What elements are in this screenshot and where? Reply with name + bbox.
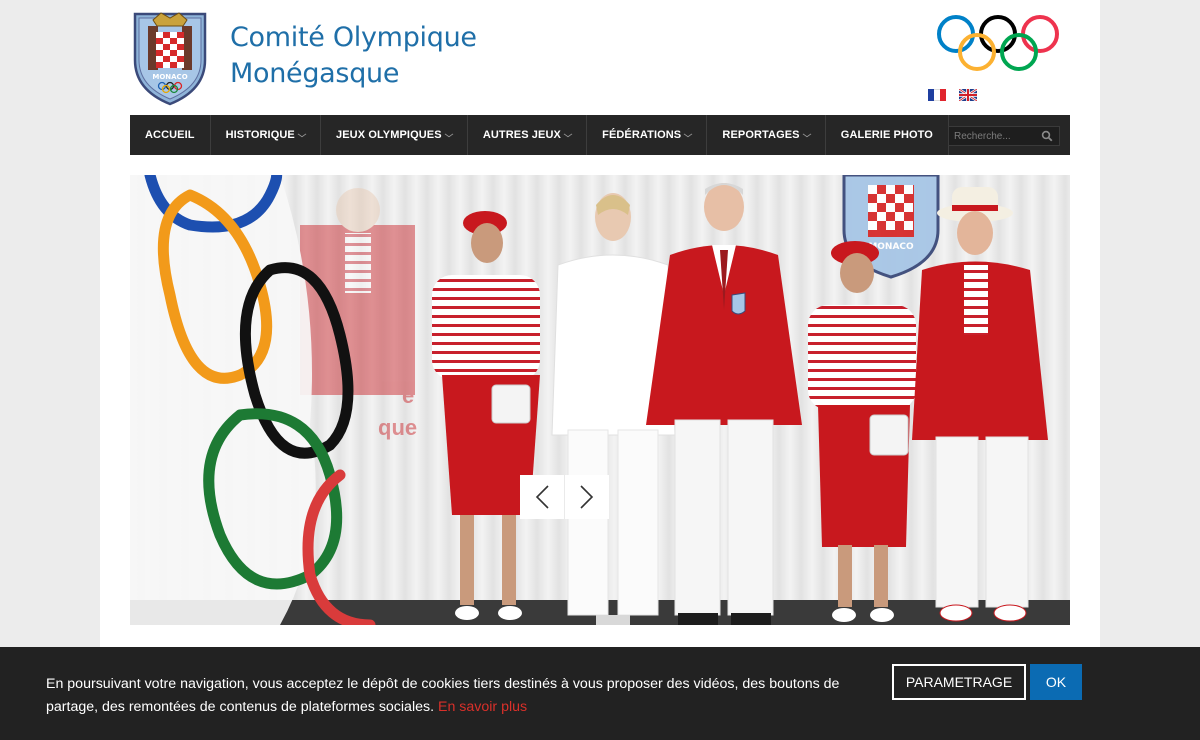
search-input[interactable] [949,130,1037,142]
site-title-line1: Comité Olympique [230,22,477,53]
chevron-down-icon: ⌵ [684,130,693,139]
flag-uk-icon[interactable] [959,89,977,101]
cookie-learn-more-link[interactable]: En savoir plus [438,699,527,715]
chevron-down-icon: ⌵ [444,130,454,139]
slide-image: e que ᅠ q q MONACO [130,175,1070,625]
nav-item-galerie-photo[interactable]: GALERIE PHOTO [826,115,949,155]
crest-logo[interactable]: MONACO [131,10,209,106]
chevron-down-icon: ⌵ [563,130,573,139]
nav-item-reportages[interactable]: REPORTAGES ⌵ [707,115,826,155]
chevron-right-icon [580,485,594,509]
nav-item-label: AUTRES JEUX [482,129,561,141]
nav-item-label: GALERIE PHOTO [840,129,933,141]
chevron-down-icon: ⌵ [802,130,812,139]
main-nav: ACCUEIL HISTORIQUE ⌵ JEUX OLYMPIQUES ⌵ AUT… [130,115,1070,155]
crest-label: MONACO [152,73,187,81]
olympic-rings-icon [937,15,1059,71]
page-container: MONACO Comité Olympique Monégasque ACCUE… [100,0,1100,740]
nav-item-label: ACCUEIL [145,129,195,141]
search-box [948,126,1060,146]
cookie-message: En poursuivant votre navigation, vous ac… [46,673,891,719]
backdrop-text: que [378,415,417,440]
cookie-ok-button[interactable]: OK [1030,664,1082,700]
site-title-line2: Monégasque [230,58,400,89]
slider-prev-button[interactable] [520,475,564,519]
nav-item-autres-jeux[interactable]: AUTRES JEUX ⌵ [468,115,588,155]
nav-item-historique[interactable]: HISTORIQUE ⌵ [211,115,322,155]
chevron-down-icon: ⌵ [297,130,307,139]
nav-item-jeux-olympiques[interactable]: JEUX OLYMPIQUES ⌵ [321,115,468,155]
nav-item-label: JEUX OLYMPIQUES [336,129,442,141]
cookie-settings-button[interactable]: PARAMETRAGE [892,664,1026,700]
slider-next-button[interactable] [565,475,609,519]
chevron-left-icon [535,485,549,509]
nav-item-label: HISTORIQUE [225,129,295,141]
cookie-banner: En poursuivant votre navigation, vous ac… [0,647,1200,740]
nav-item-label: REPORTAGES [722,129,800,141]
backdrop-text: e [402,383,414,408]
nav-item-label: FÉDÉRATIONS [602,129,682,141]
nav-item-accueil[interactable]: ACCUEIL [130,115,211,155]
site-title[interactable]: Comité Olympique Monégasque [230,20,477,92]
image-slider: e que ᅠ q q MONACO [130,175,1070,625]
flag-fr-icon[interactable] [928,89,946,101]
search-icon[interactable] [1041,130,1053,142]
nav-item-federations[interactable]: FÉDÉRATIONS ⌵ [587,115,708,155]
